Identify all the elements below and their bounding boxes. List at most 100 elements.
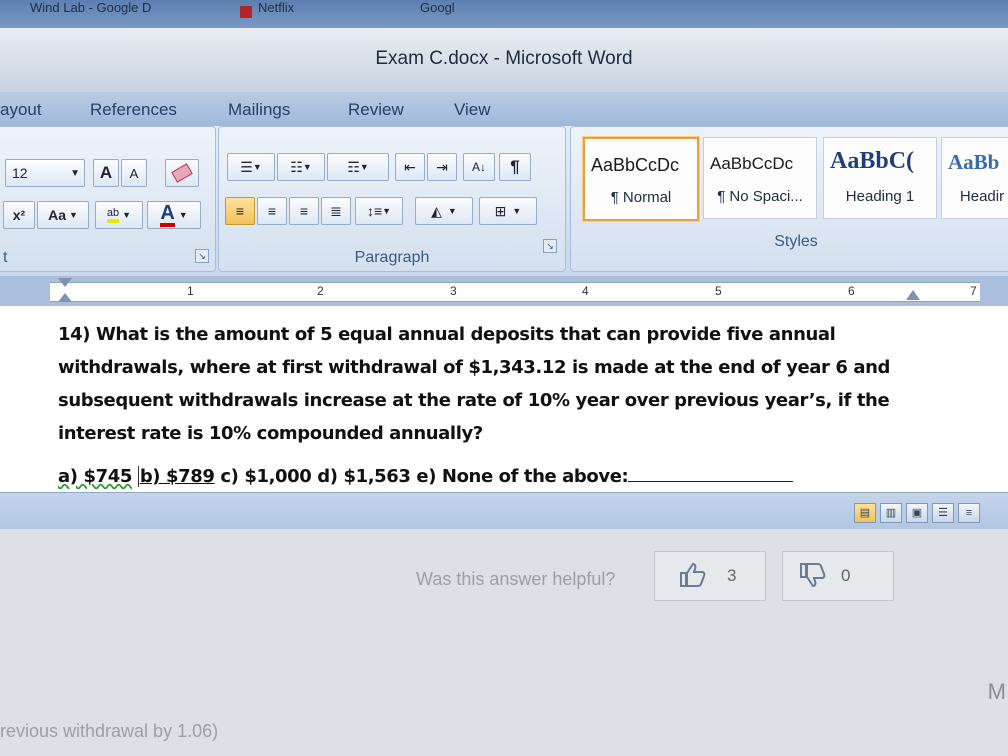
chevron-down-icon: ▼ <box>302 162 312 172</box>
style-heading-2[interactable]: AaBb Headir <box>941 137 1008 219</box>
answer-option-c: c) $1,000 <box>220 466 312 487</box>
browser-tab-wind-lab[interactable]: Wind Lab - Google D <box>30 0 151 15</box>
change-case-icon: Aa <box>48 207 66 223</box>
font-color-icon: A <box>160 203 175 227</box>
ruler-number: 3 <box>450 284 457 298</box>
multilevel-list-icon: ☶ <box>347 158 360 175</box>
ruler-number: 6 <box>848 284 855 298</box>
web-layout-view-icon[interactable]: ▣ <box>906 503 928 523</box>
pilcrow-icon: ¶ <box>510 157 520 176</box>
browser-tab-netflix[interactable]: Netflix <box>258 0 294 15</box>
font-size-select[interactable]: 12 ▼ <box>5 159 85 187</box>
style-sample: AaBbC( <box>830 148 915 174</box>
style-name: ¶ Normal <box>610 189 672 206</box>
align-left-icon: ≡ <box>235 203 245 219</box>
numbering-button[interactable]: ☷ ▼ <box>277 153 325 181</box>
thumbs-down-button[interactable]: 0 <box>782 551 894 601</box>
clear-formatting-button[interactable] <box>165 159 199 187</box>
thumbs-down-icon <box>800 563 826 588</box>
align-right-button[interactable]: ≡ <box>289 197 319 225</box>
style-heading-1[interactable]: AaBbC( Heading 1 <box>823 137 937 219</box>
multilevel-list-button[interactable]: ☶ ▼ <box>327 153 389 181</box>
highlight-color-button[interactable]: ab ▼ <box>95 201 143 229</box>
style-sample: AaBbCcDc <box>591 155 680 175</box>
ruler-number: 4 <box>582 284 589 298</box>
ruler-number: 2 <box>317 284 324 298</box>
decrease-indent-button[interactable]: ⇤ <box>395 153 425 181</box>
justify-button[interactable]: ≣ <box>321 197 351 225</box>
shading-button[interactable]: ◭ ▼ <box>415 197 473 225</box>
paragraph-group: ☰ ▼ ☷ ▼ ☶ ▼ ⇤ ⇥ A↓ ¶ ≡ ≡ ≡ ≣ ↕≡ ▼ ◭ ▼ ⊞ … <box>218 126 566 272</box>
first-line-indent-marker-icon[interactable] <box>58 278 72 287</box>
answer-option-a: a) $745 <box>58 466 132 487</box>
answer-options: a) $745 b) $789 c) $1,000 d) $1,563 e) N… <box>58 466 958 487</box>
helpful-prompt: Was this answer helpful? <box>416 569 616 589</box>
superscript-button[interactable]: x² <box>3 201 35 229</box>
tab-view[interactable]: View <box>454 100 491 120</box>
chevron-down-icon: ▼ <box>359 162 369 172</box>
style-sample: AaBbCcDc <box>710 154 794 173</box>
netflix-favicon-icon <box>240 6 252 18</box>
answer-option-e: e) None of the above: <box>416 466 629 487</box>
font-group: 12 ▼ A A x² Aa ▼ ab ▼ A ▼ t ↘ <box>0 126 216 272</box>
draft-view-icon[interactable]: ≡ <box>958 503 980 523</box>
tab-page-layout[interactable]: ayout <box>0 100 42 120</box>
chevron-down-icon: ▼ <box>382 206 392 216</box>
ribbon-tab-bar: ayout References Mailings Review View <box>0 92 1008 126</box>
font-group-label: t <box>3 249 8 266</box>
increase-indent-button[interactable]: ⇥ <box>427 153 457 181</box>
document-page[interactable]: 14) What is the amount of 5 equal annual… <box>0 306 1008 502</box>
browser-tab-google[interactable]: Googl <box>420 0 455 15</box>
print-layout-view-icon[interactable]: ▤ <box>854 503 876 523</box>
show-formatting-button[interactable]: ¶ <box>499 153 531 181</box>
align-center-button[interactable]: ≡ <box>257 197 287 225</box>
shrink-font-button[interactable]: A <box>121 159 147 187</box>
ruler-number: 5 <box>715 284 722 298</box>
font-dialog-launcher-icon[interactable]: ↘ <box>195 249 209 263</box>
decrease-indent-icon: ⇤ <box>404 158 416 175</box>
horizontal-ruler[interactable]: 1 2 3 4 5 6 7 <box>0 276 1008 306</box>
style-no-spacing[interactable]: AaBbCcDc ¶ No Spaci... <box>703 137 817 219</box>
thumbs-up-button[interactable]: 3 <box>654 551 766 601</box>
font-color-button[interactable]: A ▼ <box>147 201 201 229</box>
chevron-down-icon: ▼ <box>512 206 522 216</box>
dislikes-count: 0 <box>841 566 851 585</box>
style-name: Headir <box>959 188 1005 205</box>
tab-references[interactable]: References <box>90 100 177 120</box>
highlighter-icon: ab <box>106 207 120 223</box>
sort-button[interactable]: A↓ <box>463 153 495 181</box>
style-sample: AaBb <box>948 150 1000 174</box>
line-spacing-icon: ↕≡ <box>366 203 383 219</box>
align-left-button[interactable]: ≡ <box>225 197 255 225</box>
line-spacing-button[interactable]: ↕≡ ▼ <box>355 197 403 225</box>
thumbs-up-icon <box>680 562 706 587</box>
style-name: Heading 1 <box>845 188 915 205</box>
chevron-down-icon: ▼ <box>70 167 80 179</box>
corner-letter: M <box>987 679 1006 704</box>
question-text: 14) What is the amount of 5 equal annual… <box>58 324 891 444</box>
ruler-scale: 1 2 3 4 5 6 7 <box>50 282 980 302</box>
change-case-button[interactable]: Aa ▼ <box>37 201 89 229</box>
browser-tab-strip: Wind Lab - Google D Netflix Googl <box>0 0 1008 28</box>
chevron-down-icon: ▼ <box>68 210 78 220</box>
borders-button[interactable]: ⊞ ▼ <box>479 197 537 225</box>
grow-font-button[interactable]: A <box>93 159 119 187</box>
style-normal[interactable]: AaBbCcDc ¶ Normal <box>583 137 699 221</box>
paragraph-dialog-launcher-icon[interactable]: ↘ <box>543 239 557 253</box>
bullet-list-icon: ☰ <box>240 158 253 175</box>
sort-az-icon: A↓ <box>471 160 486 174</box>
hanging-indent-marker-icon[interactable] <box>58 293 72 302</box>
title-bar: Exam C.docx - Microsoft Word <box>0 28 1008 93</box>
bullets-button[interactable]: ☰ ▼ <box>227 153 275 181</box>
paint-bucket-icon: ◭ <box>431 202 442 219</box>
grow-font-icon: A <box>99 163 113 182</box>
styles-group: AaBbCcDc ¶ Normal AaBbCcDc ¶ No Spaci...… <box>570 126 1008 272</box>
shrink-font-icon: A <box>129 165 139 181</box>
tab-review[interactable]: Review <box>348 100 404 120</box>
outline-view-icon[interactable]: ☰ <box>932 503 954 523</box>
right-indent-marker-icon[interactable] <box>906 290 920 300</box>
full-screen-reading-view-icon[interactable]: ▥ <box>880 503 902 523</box>
tab-mailings[interactable]: Mailings <box>228 100 290 120</box>
increase-indent-icon: ⇥ <box>436 158 448 175</box>
answer-feedback-area: Was this answer helpful? 3 0 M revious w… <box>0 529 1008 756</box>
